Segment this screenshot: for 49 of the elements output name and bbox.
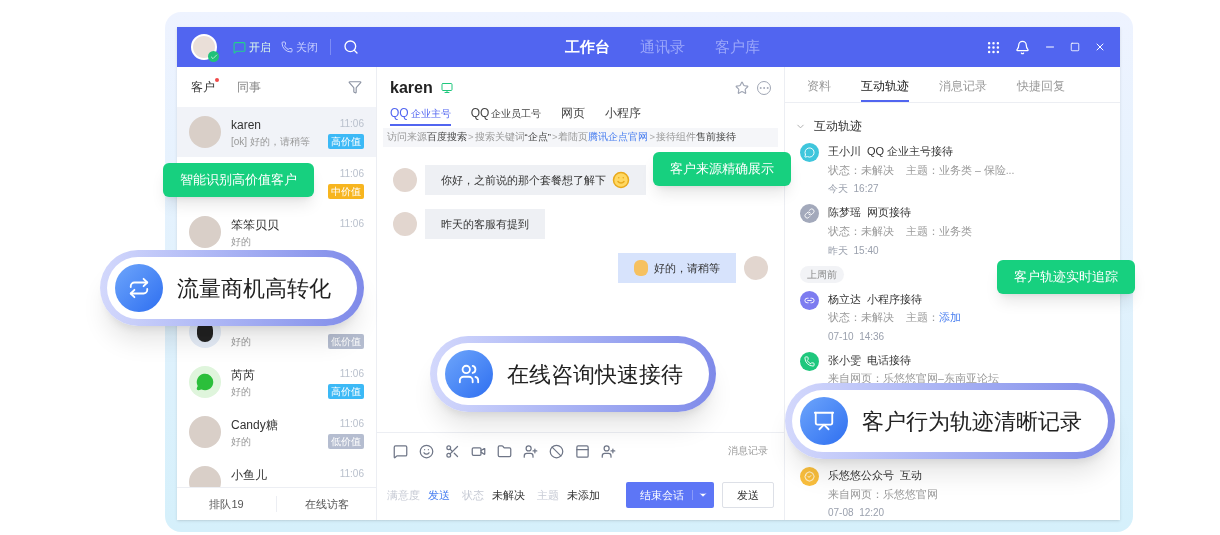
message-preview: [ok] 好的，请稍等 xyxy=(231,134,310,149)
value-tag: 低价值 xyxy=(328,333,364,349)
message-preview: 好的 xyxy=(231,434,251,449)
event-detail: 来自网页：乐悠悠官网–东南亚论坛 xyxy=(828,371,999,387)
event-title: 陈梦瑶 网页接待 xyxy=(828,205,912,221)
event-title: 王小川 QQ 企业主号接待 xyxy=(828,144,955,159)
event-detail: 状态：未解决 xyxy=(828,310,894,325)
feature-tooltip: 客户轨迹实时追踪 xyxy=(997,260,1135,294)
event-time: 昨天 15:40 xyxy=(828,243,880,258)
source-step: >接待组件售前接待 xyxy=(648,130,736,145)
feature-pill-text: 客户行为轨迹清晰记录 xyxy=(862,407,1082,436)
event-time: 今天 16:27 xyxy=(828,182,880,197)
customer-name: 笨笨贝贝 xyxy=(231,216,279,232)
message-text: 你好，之前说的那个套餐想了解下 xyxy=(441,172,606,188)
event-detail: 状态：未解决 xyxy=(828,162,894,178)
source-step: >搜索关键词“企点” xyxy=(467,130,551,145)
value-tag: 高价值 xyxy=(328,133,364,149)
message-time: 11:06 xyxy=(339,166,364,181)
event-title: 张小雯 电话接待 xyxy=(828,352,912,368)
message-preview: 好的 xyxy=(231,334,251,349)
feature-tooltip: 智能识别高价值客户 xyxy=(163,163,314,197)
value-tag: 低价值 xyxy=(328,433,364,449)
customer-name: Candy糖 xyxy=(231,416,278,432)
feature-tooltip: 客户来源精确展示 xyxy=(653,152,791,186)
customer-name: 小鱼儿 xyxy=(231,466,267,482)
message-preview: 好的 xyxy=(231,384,251,399)
event-title: 乐悠悠公众号 互动 xyxy=(828,468,923,483)
value-tag: 中价值 xyxy=(328,183,364,199)
event-detail: 来自网页：乐悠悠官网 xyxy=(828,486,938,502)
feature-pill-text: 在线咨询快速接待 xyxy=(507,360,683,389)
event-detail: 主题：业务类 xyxy=(906,223,972,239)
message-time: 11:06 xyxy=(339,366,364,381)
message-text: 昨天的客服有提到 xyxy=(441,216,529,232)
customer-name: 芮芮 xyxy=(231,366,255,382)
message-text: 好的，请稍等 xyxy=(654,260,720,276)
source-step: 访问来源百度搜索 xyxy=(387,130,467,145)
value-tag: 高价值 xyxy=(328,383,364,399)
event-time: 07-08 12:20 xyxy=(828,506,886,520)
contact-name: karen xyxy=(390,78,433,98)
event-detail: 主题：业务类 – 保险... xyxy=(906,162,1015,178)
customer-name: karen xyxy=(231,116,262,132)
event-detail: 状态：未解决 xyxy=(828,223,894,239)
feature-pill-text: 流量商机高转化 xyxy=(177,274,331,303)
message-time: 11:06 xyxy=(339,416,364,431)
message-time: 11:06 xyxy=(339,216,364,231)
event-title: 杨立达 小程序接待 xyxy=(828,291,923,307)
event-time: 07-10 14:36 xyxy=(828,329,886,344)
message-preview: 好的 xyxy=(231,234,251,249)
message-time: 11:06 xyxy=(339,466,364,481)
